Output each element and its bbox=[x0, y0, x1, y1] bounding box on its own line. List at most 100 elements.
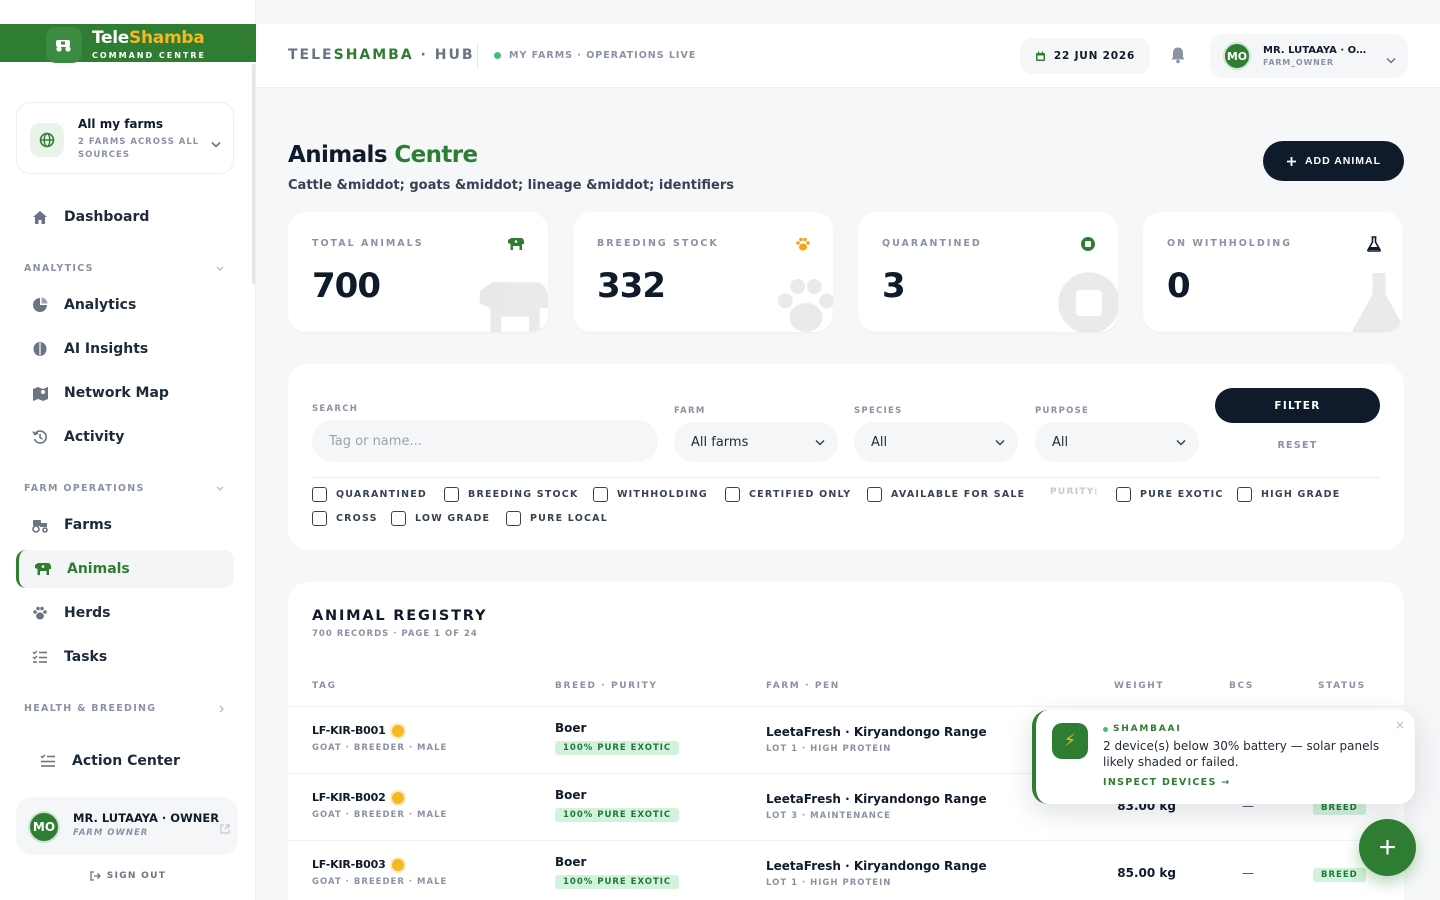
nav-section-health-breeding[interactable]: HEALTH & BREEDING bbox=[24, 703, 224, 714]
live-dot-icon bbox=[494, 52, 501, 59]
search-input[interactable] bbox=[312, 420, 658, 462]
checkbox-box[interactable] bbox=[593, 487, 608, 502]
sidebar-item-label: Activity bbox=[64, 429, 125, 445]
sidebar-item-label: Network Map bbox=[64, 385, 169, 401]
sidebar-item-ai-insights[interactable]: AI Insights bbox=[16, 330, 234, 368]
sign-out-button[interactable]: SIGN OUT bbox=[0, 871, 256, 881]
farm-switcher-title: All my farms bbox=[78, 117, 164, 131]
animal-tag[interactable]: LF-KIR-B002 bbox=[312, 791, 404, 804]
checkbox-box[interactable] bbox=[312, 511, 327, 526]
purity-label: PURITY: bbox=[1050, 487, 1099, 497]
pie-chart-icon bbox=[16, 297, 64, 313]
sidebar-item-animals[interactable]: Animals bbox=[16, 550, 234, 588]
reset-button[interactable]: RESET bbox=[1215, 440, 1380, 451]
sidebar-user-card[interactable]: MO MR. LUTAAYA · OWNER FARM OWNER bbox=[16, 797, 238, 855]
bell-icon[interactable] bbox=[1170, 46, 1186, 68]
farm-switcher[interactable]: All my farms 2 FARMS ACROSS ALL SOURCES bbox=[16, 102, 234, 174]
checkbox-box[interactable] bbox=[725, 487, 740, 502]
checkbox-high-grade[interactable]: HIGH GRADE bbox=[1237, 487, 1340, 502]
checkbox-label: LOW GRADE bbox=[415, 513, 491, 524]
checkbox-box[interactable] bbox=[1237, 487, 1252, 502]
animal-breed: Boer bbox=[555, 721, 587, 735]
checkbox-certified-only[interactable]: CERTIFIED ONLY bbox=[725, 487, 851, 502]
checkbox-label: WITHHOLDING bbox=[617, 489, 708, 500]
close-icon[interactable]: × bbox=[1395, 718, 1405, 732]
nav-section-farm-operations[interactable]: FARM OPERATIONS bbox=[24, 483, 224, 494]
checkbox-box[interactable] bbox=[1116, 487, 1131, 502]
sidebar-item-label: Herds bbox=[64, 605, 111, 621]
checkbox-breeding-stock[interactable]: BREEDING STOCK bbox=[444, 487, 579, 502]
animal-farm: LeetaFresh · Kiryandongo Range bbox=[766, 725, 987, 739]
stat-value: 700 bbox=[312, 266, 381, 306]
sidebar-item-analytics[interactable]: Analytics bbox=[16, 286, 234, 324]
animal-bcs: — bbox=[1242, 866, 1254, 880]
animal-breed: Boer bbox=[555, 788, 587, 802]
sidebar-item-label: Tasks bbox=[64, 649, 108, 665]
checkbox-pure-exotic[interactable]: PURE EXOTIC bbox=[1116, 487, 1224, 502]
sidebar-item-activity[interactable]: Activity bbox=[16, 418, 234, 456]
checkbox-quarantined[interactable]: QUARANTINED bbox=[312, 487, 427, 502]
sidebar-item-action-center[interactable]: Action Center bbox=[24, 742, 242, 780]
farm-select[interactable]: All farms bbox=[674, 422, 838, 462]
sidebar-scrollbar[interactable] bbox=[252, 64, 255, 284]
date-picker[interactable]: 22 JUN 2026 bbox=[1020, 38, 1150, 74]
stat-card-quarantined: QUARANTINED 3 bbox=[858, 212, 1118, 332]
divider bbox=[312, 477, 1380, 478]
sidebar-item-dashboard[interactable]: Dashboard bbox=[16, 198, 234, 236]
search-label: SEARCH bbox=[312, 404, 359, 414]
filter-button[interactable]: FILTER bbox=[1215, 388, 1380, 423]
column-header-weight[interactable]: WEIGHT bbox=[1114, 681, 1164, 691]
brand-header[interactable]: TeleShamba COMMAND CENTRE bbox=[0, 24, 256, 63]
column-header-tag[interactable]: TAG bbox=[312, 681, 337, 691]
purpose-select[interactable]: All bbox=[1035, 422, 1199, 462]
live-status-label: MY FARMS · OPERATIONS LIVE bbox=[509, 50, 697, 61]
sidebar-item-network-map[interactable]: Network Map bbox=[16, 374, 234, 412]
stat-label: ON WITHHOLDING bbox=[1167, 238, 1293, 249]
hub-title: TELESHAMBA · HUB bbox=[288, 47, 475, 63]
checkbox-box[interactable] bbox=[867, 487, 882, 502]
animal-meta: GOAT · BREEDER · MALE bbox=[312, 877, 448, 887]
sidebar-item-farms[interactable]: Farms bbox=[16, 506, 234, 544]
add-animal-button[interactable]: ADD ANIMAL bbox=[1263, 141, 1404, 181]
nav-section-analytics[interactable]: ANALYTICS bbox=[24, 263, 224, 274]
checkbox-box[interactable] bbox=[444, 487, 459, 502]
checkbox-withholding[interactable]: WITHHOLDING bbox=[593, 487, 708, 502]
checkbox-box[interactable] bbox=[391, 511, 406, 526]
globe-icon bbox=[30, 123, 64, 157]
user-menu[interactable]: MO MR. LUTAAYA · OWNER FARM_OWNER bbox=[1210, 34, 1408, 78]
animal-tag[interactable]: LF-KIR-B001 bbox=[312, 724, 404, 737]
sidebar-item-herds[interactable]: Herds bbox=[16, 594, 234, 632]
sign-out-label: SIGN OUT bbox=[106, 871, 167, 881]
checkbox-pure-local[interactable]: PURE LOCAL bbox=[506, 511, 608, 526]
registry-subtitle: 700 RECORDS · PAGE 1 OF 24 bbox=[312, 629, 478, 639]
checkbox-box[interactable] bbox=[506, 511, 521, 526]
filter-panel: SEARCH FARM All farms SPECIES All PURPOS… bbox=[288, 364, 1404, 550]
table-row[interactable]: LF-KIR-B003 GOAT · BREEDER · MALE Boer 1… bbox=[288, 840, 1404, 900]
purity-badge: 100% PURE EXOTIC bbox=[555, 808, 680, 822]
column-header-farm[interactable]: FARM · PEN bbox=[766, 681, 840, 691]
column-header-breed[interactable]: BREED · PURITY bbox=[555, 681, 657, 691]
checkbox-cross[interactable]: CROSS bbox=[312, 511, 378, 526]
species-select[interactable]: All bbox=[854, 422, 1018, 462]
chevron-down-icon bbox=[211, 133, 221, 152]
sidebar-item-label: Animals bbox=[67, 561, 130, 577]
column-header-bcs[interactable]: BCS bbox=[1229, 681, 1254, 691]
sidebar-item-label: Analytics bbox=[64, 297, 137, 313]
sidebar-item-tasks[interactable]: Tasks bbox=[16, 638, 234, 676]
external-link-icon[interactable] bbox=[220, 819, 230, 838]
checkbox-label: PURE EXOTIC bbox=[1140, 489, 1224, 500]
checkbox-box[interactable] bbox=[312, 487, 327, 502]
column-header-status[interactable]: STATUS bbox=[1318, 681, 1366, 691]
purity-badge: 100% PURE EXOTIC bbox=[555, 875, 680, 889]
cow-watermark-icon bbox=[474, 278, 548, 332]
checkbox-low-grade[interactable]: LOW GRADE bbox=[391, 511, 490, 526]
date-label: 22 JUN 2026 bbox=[1053, 50, 1136, 62]
flask-icon bbox=[1367, 236, 1381, 256]
chevron-right-icon bbox=[219, 705, 224, 712]
inspect-devices-link[interactable]: INSPECT DEVICES → bbox=[1103, 777, 1230, 788]
animal-tag[interactable]: LF-KIR-B003 bbox=[312, 858, 404, 871]
checklist-icon bbox=[16, 650, 64, 664]
notification-toast: ⚡ SHAMBAAI 2 device(s) below 30% battery… bbox=[1032, 710, 1415, 804]
checkbox-available-for-sale[interactable]: AVAILABLE FOR SALE bbox=[867, 487, 1025, 502]
floating-add-button[interactable]: + bbox=[1359, 819, 1416, 876]
